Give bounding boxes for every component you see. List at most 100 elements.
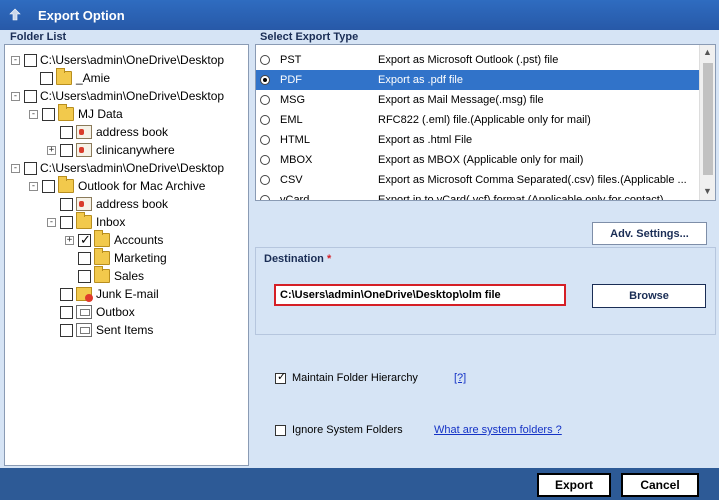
destination-path-input[interactable]: C:\Users\admin\OneDrive\Desktop\olm file: [274, 284, 566, 306]
folder-icon: [58, 104, 74, 121]
export-option-pst[interactable]: PST Export as Microsoft Outlook (.pst) fi…: [256, 50, 700, 70]
scroll-thumb[interactable]: [703, 63, 713, 175]
tree-item[interactable]: + Accounts: [65, 230, 163, 249]
collapse-icon[interactable]: -: [47, 217, 56, 227]
export-option-radio[interactable]: [260, 115, 270, 125]
collapse-icon[interactable]: -: [29, 181, 38, 191]
junk-mail-icon: [76, 287, 93, 302]
required-mark: *: [326, 253, 332, 265]
tree-item-checkbox[interactable]: [60, 125, 73, 139]
folder-list-label: Folder List: [10, 31, 67, 43]
adv-settings-button[interactable]: Adv. Settings...: [592, 222, 707, 245]
export-option-radio[interactable]: [260, 135, 270, 145]
export-option-radio[interactable]: [260, 95, 270, 105]
tree-item[interactable]: - MJ Data: [29, 104, 123, 123]
tree-item-label: C:\Users\admin\OneDrive\Desktop: [40, 89, 225, 103]
export-option-radio[interactable]: [260, 155, 270, 165]
expand-icon[interactable]: +: [47, 145, 56, 155]
tree-item-checkbox[interactable]: [40, 71, 53, 85]
maintain-hierarchy-checkbox[interactable]: [275, 370, 286, 384]
ignore-system-checkbox[interactable]: [275, 424, 286, 436]
tree-item[interactable]: + clinicanywhere: [47, 141, 175, 159]
tree-item-checkbox[interactable]: [60, 305, 73, 319]
tree-item-label: address book: [96, 125, 169, 139]
tree-item-label: clinicanywhere: [96, 143, 175, 157]
scroll-down-icon[interactable]: ▼: [703, 186, 712, 196]
tree-item[interactable]: - C:\Users\admin\OneDrive\Desktop: [11, 87, 224, 105]
tree-item-checkbox[interactable]: [60, 323, 73, 337]
export-option-name: PDF: [280, 74, 302, 86]
expand-icon[interactable]: +: [65, 235, 74, 245]
ignore-system-label: Ignore System Folders: [292, 424, 403, 436]
tree-item-checkbox[interactable]: [24, 161, 37, 175]
tree-item-label: MJ Data: [78, 107, 123, 121]
tree-item-checkbox[interactable]: [24, 53, 37, 67]
export-option-msg[interactable]: MSG Export as Mail Message(.msg) file: [256, 90, 700, 110]
address-book-icon: [76, 125, 92, 139]
tree-item-checkbox[interactable]: [78, 232, 91, 248]
export-option-eml[interactable]: EML RFC822 (.eml) file.(Applicable only f…: [256, 110, 700, 130]
tree-item-checkbox[interactable]: [78, 269, 91, 283]
export-option-radio[interactable]: [260, 195, 270, 200]
folder-icon: [76, 212, 92, 229]
export-option-radio[interactable]: [260, 55, 270, 65]
tree-item[interactable]: address book: [47, 123, 168, 141]
export-type-list[interactable]: vCard Export in to vCard(.vcf) format (Ap…: [255, 44, 716, 201]
tree-item[interactable]: Junk E-mail: [47, 285, 159, 303]
collapse-icon[interactable]: -: [11, 55, 20, 65]
tree-item-checkbox[interactable]: [60, 143, 73, 157]
scroll-up-icon[interactable]: ▲: [703, 47, 712, 57]
export-option-html[interactable]: HTML Export as .html File: [256, 130, 700, 150]
export-option-pdf[interactable]: PDF Export as .pdf file: [256, 70, 700, 90]
export-option-description: Export as .pdf file: [378, 74, 463, 86]
maintain-hierarchy-help-link[interactable]: [?]: [454, 372, 466, 384]
tree-item[interactable]: Marketing: [65, 248, 167, 267]
browse-button[interactable]: Browse: [592, 284, 706, 308]
tree-item-checkbox[interactable]: [42, 107, 55, 121]
tree-item-checkbox[interactable]: [24, 89, 37, 103]
export-option-radio[interactable]: [260, 175, 270, 185]
tree-item[interactable]: _Amie: [27, 68, 110, 87]
tree-item-checkbox[interactable]: [78, 251, 91, 265]
folder-icon: [58, 176, 74, 193]
tree-item-label: Inbox: [96, 215, 126, 229]
maintain-hierarchy-option[interactable]: Maintain Folder Hierarchy: [275, 370, 418, 384]
folder-tree[interactable]: - C:\Users\admin\OneDrive\Desktop _Amie - C:…: [4, 44, 249, 466]
tree-item-label: Marketing: [114, 251, 167, 265]
tree-item[interactable]: Outbox: [47, 303, 135, 321]
tree-item-checkbox[interactable]: [60, 215, 73, 229]
maintain-hierarchy-label: Maintain Folder Hierarchy: [292, 372, 418, 384]
collapse-icon[interactable]: -: [11, 91, 20, 101]
system-folders-help-link[interactable]: What are system folders ?: [434, 424, 562, 436]
export-option-name: MBOX: [280, 154, 313, 166]
cancel-button[interactable]: Cancel: [621, 473, 699, 497]
export-option-name: vCard: [280, 194, 310, 201]
export-option-mbox[interactable]: MBOX Export as MBOX (Applicable only for …: [256, 150, 700, 170]
export-option-name: MSG: [280, 94, 306, 106]
ignore-system-option[interactable]: Ignore System Folders: [275, 424, 403, 436]
tree-item[interactable]: - C:\Users\admin\OneDrive\Desktop: [11, 159, 224, 177]
tree-item[interactable]: - Outlook for Mac Archive: [29, 176, 205, 195]
export-option-name: PST: [280, 54, 302, 66]
collapse-icon[interactable]: -: [29, 109, 38, 119]
export-option-radio[interactable]: [260, 75, 270, 85]
export-button[interactable]: Export: [537, 473, 611, 497]
folder-icon: [94, 266, 110, 283]
tree-item-checkbox[interactable]: [60, 287, 73, 301]
tree-item-checkbox[interactable]: [60, 197, 73, 211]
tree-item[interactable]: - Inbox: [47, 212, 126, 231]
folder-icon: [94, 230, 110, 247]
export-option-description: Export as .html File: [378, 134, 473, 146]
title-bar: Export Option: [0, 0, 719, 30]
export-option-name: CSV: [280, 174, 303, 186]
export-list-scrollbar[interactable]: ▲ ▼: [699, 45, 715, 200]
tree-item[interactable]: - C:\Users\admin\OneDrive\Desktop: [11, 51, 224, 69]
collapse-icon[interactable]: -: [11, 163, 20, 173]
export-option-csv[interactable]: CSV Export as Microsoft Comma Separated(.…: [256, 170, 700, 190]
tree-item-checkbox[interactable]: [42, 179, 55, 193]
tree-item[interactable]: Sales: [65, 266, 144, 285]
destination-label: Destination *: [264, 253, 331, 265]
tree-item[interactable]: address book: [47, 195, 168, 213]
tree-item[interactable]: Sent Items: [47, 321, 153, 339]
export-option-vcard[interactable]: vCard Export in to vCard(.vcf) format (Ap…: [256, 190, 700, 201]
